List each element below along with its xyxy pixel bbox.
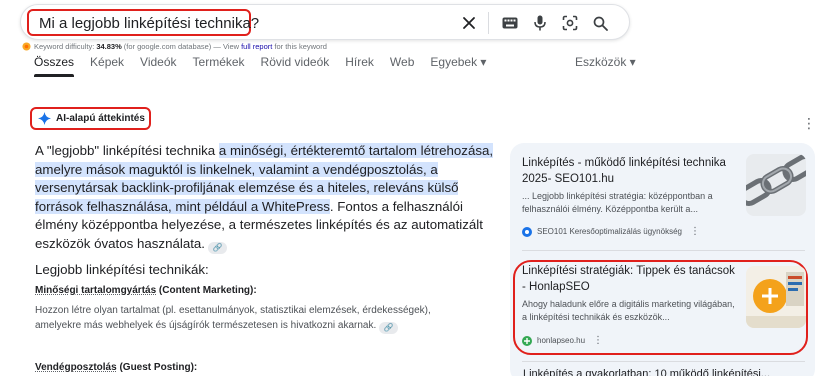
- keyboard-icon[interactable]: [495, 12, 525, 34]
- search-icon[interactable]: [585, 12, 615, 34]
- extension-icon: [22, 42, 31, 51]
- tab-short-videos[interactable]: Rövid videók: [261, 55, 330, 77]
- source-card-thumbnail[interactable]: [746, 266, 806, 328]
- keyword-difficulty-bar: Keyword difficulty: 34.83% (for google.c…: [22, 42, 327, 51]
- full-report-link[interactable]: full report: [241, 42, 272, 51]
- section-text-content-marketing: Hozzon létre olyan tartalmat (pl. esetta…: [35, 303, 445, 334]
- section-title-guest-posting-term[interactable]: Vendégposztolás: [35, 362, 117, 373]
- sparkle-icon: [38, 112, 51, 125]
- source-card-snippet: Ahogy haladunk előre a digitális marketi…: [522, 299, 735, 322]
- close-icon[interactable]: [454, 12, 484, 34]
- source-card-site-name: SEO101 Keresőoptimalizálás ügynökség: [537, 227, 682, 236]
- section-title-content-marketing-rest: (Content Marketing):: [156, 285, 257, 296]
- tab-videos[interactable]: Videók: [140, 55, 176, 77]
- tab-web[interactable]: Web: [390, 55, 414, 77]
- card-divider: [522, 361, 805, 362]
- section-text-content-marketing-body: Hozzon létre olyan tartalmat (pl. esetta…: [35, 305, 431, 331]
- ai-overview-paragraph: A "legjobb" linképítési technika a minős…: [35, 142, 495, 254]
- ai-paragraph-lead: A "legjobb" linképítési technika: [35, 143, 219, 158]
- tab-news[interactable]: Hírek: [345, 55, 374, 77]
- keyword-difficulty-database: (for google.com database) — View: [123, 42, 240, 51]
- tab-more[interactable]: Egyebek ▾: [430, 55, 486, 77]
- search-bar[interactable]: Mi a legjobb linképítési technika?: [20, 4, 630, 40]
- microphone-icon[interactable]: [525, 12, 555, 34]
- section-title-guest-posting-rest: (Guest Posting):: [116, 362, 198, 373]
- link-chip-icon[interactable]: 🔗: [379, 322, 399, 334]
- keyword-difficulty-value: 34.83%: [96, 42, 122, 51]
- tab-all[interactable]: Összes: [34, 55, 75, 77]
- honlapseo-favicon-icon: [522, 335, 532, 346]
- link-building-image: [746, 266, 806, 328]
- tab-images[interactable]: Képek: [90, 55, 124, 77]
- section-title-guest-posting: Vendégposztolás (Guest Posting):: [35, 362, 197, 373]
- source-card-snippet: ... Legjobb linképítési stratégia: közép…: [522, 191, 713, 214]
- search-input[interactable]: Mi a legjobb linképítési technika?: [39, 15, 259, 32]
- search-bar-divider: [488, 12, 489, 34]
- source-card-thumbnail[interactable]: [746, 154, 806, 216]
- ai-overview-header: AI-alapú áttekintés: [30, 107, 151, 130]
- source-card-title[interactable]: Linképítés - működő linképítési technika…: [522, 156, 737, 187]
- more-options-icon[interactable]: ⋮: [802, 116, 816, 130]
- ai-subheading: Legjobb linképítési technikák:: [35, 262, 209, 277]
- source-card-site: honlapseo.hu ⋮: [522, 335, 603, 346]
- search-bar-icons: [454, 12, 615, 34]
- chain-link-image: [746, 154, 806, 216]
- ai-overview-label: AI-alapú áttekintés: [56, 113, 145, 124]
- keyword-difficulty-suffix: for this keyword: [274, 42, 327, 51]
- keyword-difficulty-label: Keyword difficulty:: [34, 42, 95, 51]
- tab-products[interactable]: Termékek: [193, 55, 245, 77]
- search-tabs: Összes Képek Videók Termékek Rövid videó…: [34, 55, 502, 77]
- card-divider: [522, 250, 805, 251]
- source-card-site-name: honlapseo.hu: [537, 336, 586, 345]
- source-card-site: SEO101 Keresőoptimalizálás ügynökség ⋮: [522, 226, 700, 237]
- source-card-title[interactable]: Linképítési stratégiák: Tippek és tanács…: [522, 264, 740, 295]
- section-title-content-marketing: Minőségi tartalomgyártás (Content Market…: [35, 285, 257, 296]
- seo101-favicon-icon: [522, 226, 532, 237]
- tools-menu[interactable]: Eszközök ▾: [575, 55, 636, 69]
- section-title-content-marketing-term[interactable]: Minőségi tartalomgyártás: [35, 285, 156, 296]
- more-options-icon[interactable]: ⋮: [690, 226, 700, 237]
- source-card-title[interactable]: Linképítés a gyakorlatban: 10 működő lin…: [523, 368, 770, 376]
- more-options-icon[interactable]: ⋮: [593, 335, 603, 346]
- link-chip-icon[interactable]: 🔗: [208, 241, 228, 254]
- lens-icon[interactable]: [555, 12, 585, 34]
